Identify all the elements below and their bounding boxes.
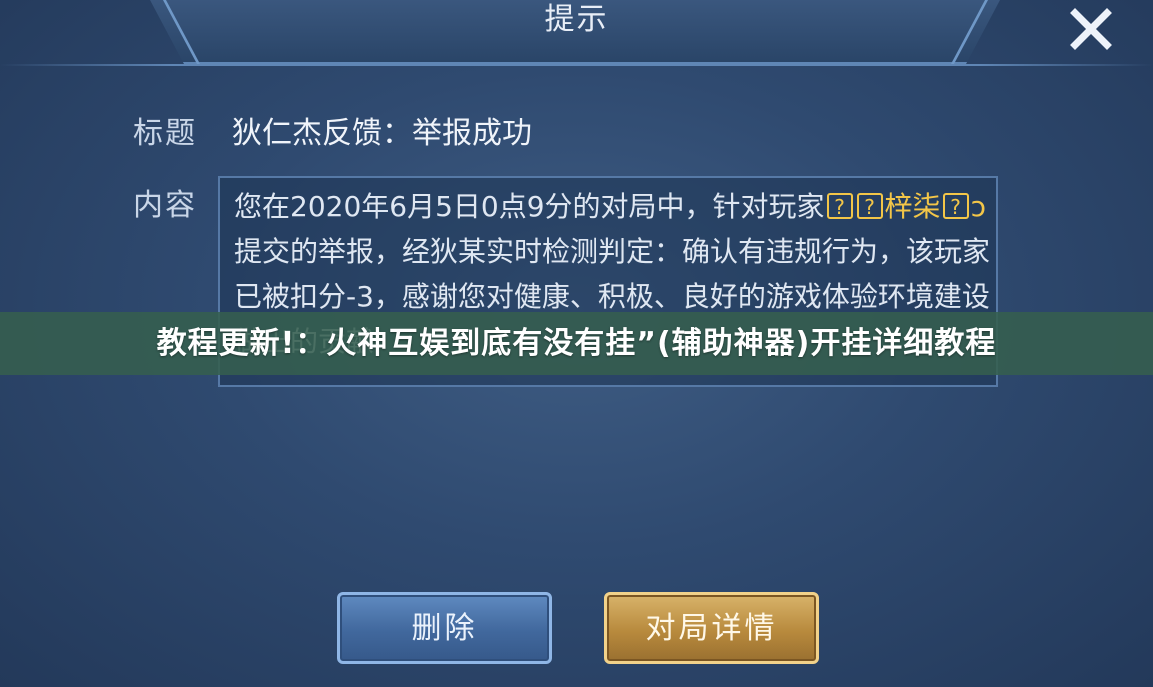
overlay-banner: 教程更新!：火神互娱到底有没有挂”(辅助神器)开挂详细教程 <box>0 312 1153 375</box>
delete-button[interactable]: 删除 <box>337 592 552 664</box>
match-detail-button[interactable]: 对局详情 <box>604 592 819 664</box>
faded-background-text <box>60 475 88 512</box>
unknown-char-icon: ? <box>856 193 883 219</box>
title-label: 标题 <box>133 116 197 151</box>
title-value: 狄仁杰反馈：举报成功 <box>232 116 532 151</box>
close-icon <box>1070 8 1112 50</box>
game-dialog: 提示 标题 狄仁杰反馈：举报成功 内容 您在2020年6月5日0点9分的对局中，… <box>0 0 1153 687</box>
unknown-char-icon: ? <box>826 193 853 219</box>
player-name-a: 梓 <box>884 190 913 223</box>
banner-text: 教程更新!：火神互娱到底有没有挂”(辅助神器)开挂详细教程 <box>156 326 997 361</box>
frame-divider <box>0 64 1153 66</box>
player-name-b: 柒 <box>912 190 941 223</box>
dialog-title: 提示 <box>544 2 609 37</box>
close-button[interactable] <box>1066 4 1116 54</box>
unknown-char-icon: ? <box>942 193 969 219</box>
player-suffix: ↄ <box>970 190 986 223</box>
content-part1: 您在2020年6月5日0点9分的对局中，针对玩家 <box>234 190 825 223</box>
content-label: 内容 <box>133 188 197 223</box>
